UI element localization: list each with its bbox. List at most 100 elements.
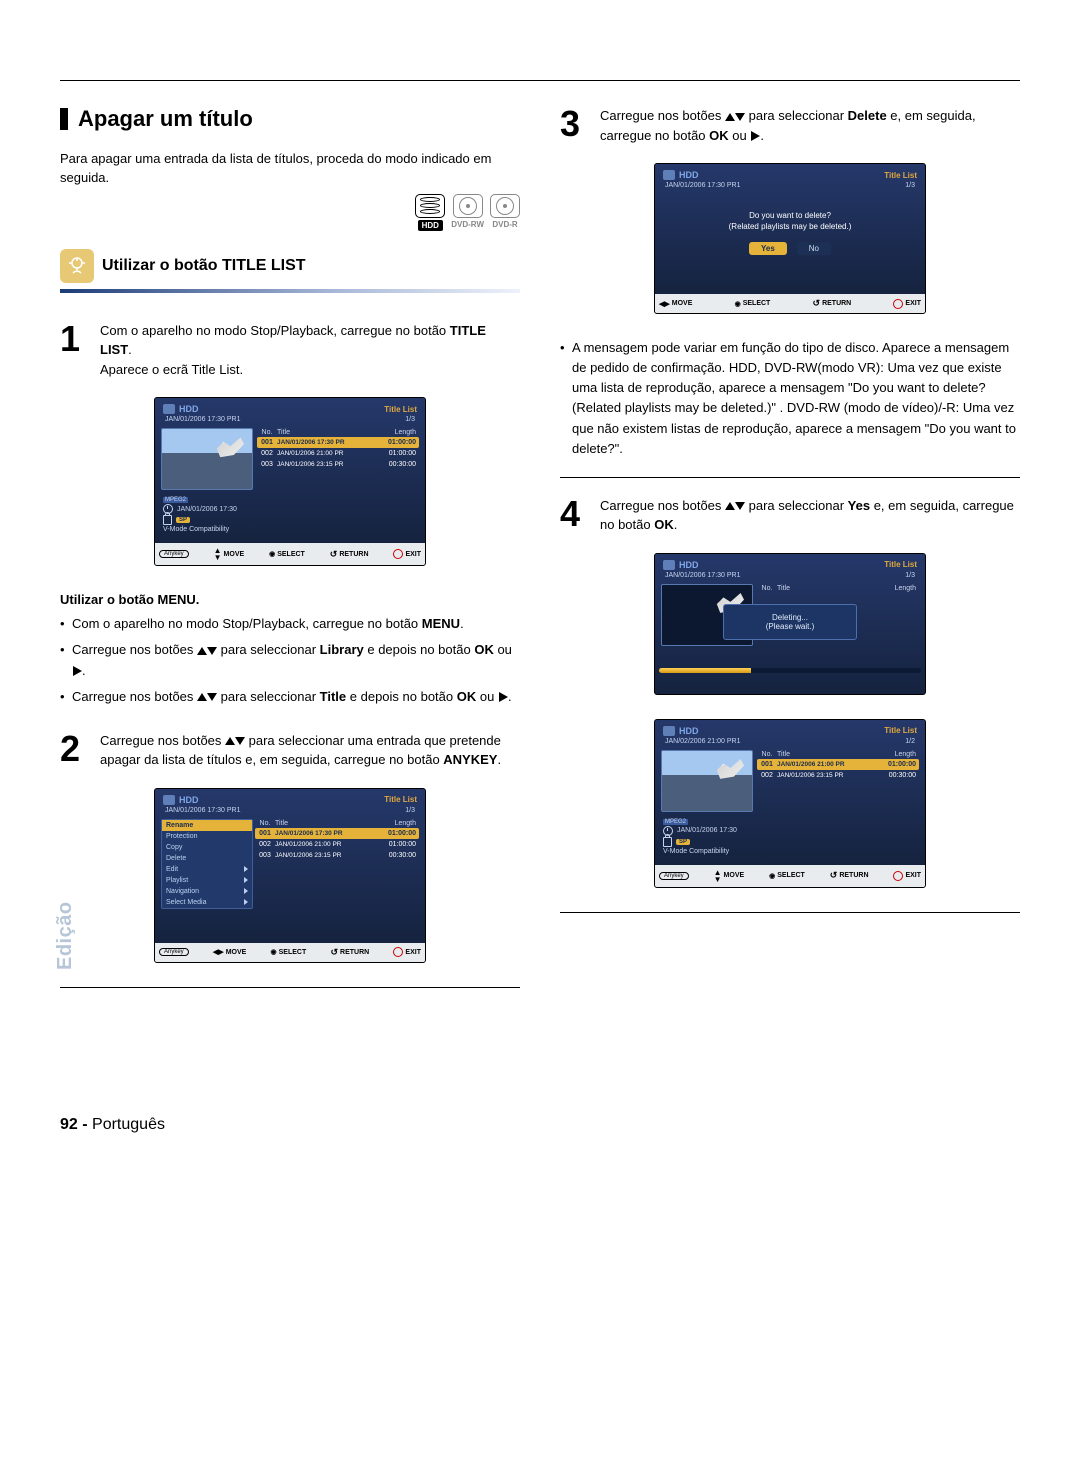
section-bar-icon: [60, 108, 68, 130]
media-badges: HDD DVD-RW DVD-R: [60, 194, 520, 231]
disc-icon: [490, 194, 520, 218]
step-number: 2: [60, 731, 88, 770]
divider: [560, 912, 1020, 913]
exit-icon: [893, 871, 903, 881]
menu-bullet: Carregue nos botões para seleccionar Tit…: [60, 687, 520, 707]
badge-dvdr-label: DVD-R: [492, 220, 517, 229]
osd-title-list: HDD Title List JAN/01/2006 17:30 PR1 1/3…: [154, 397, 426, 566]
down-icon: [235, 737, 245, 745]
menu-bullet: Carregue nos botões para seleccionar Lib…: [60, 640, 520, 680]
submenu-icon: [244, 888, 248, 894]
disc-icon: [453, 194, 483, 218]
right-icon: [73, 666, 82, 676]
confirm-msg: Do you want to delete?: [749, 211, 831, 220]
up-icon: [725, 502, 735, 510]
right-icon: [751, 131, 760, 141]
badge-dvd-r: DVD-R: [490, 194, 520, 231]
menu-item: Playlist: [162, 875, 252, 886]
osd-title-list-anykey: HDD Title List JAN/01/2006 17:30 PR1 1/3…: [154, 788, 426, 963]
no-button[interactable]: No: [797, 242, 831, 255]
step-body: Carregue nos botões para seleccionar Del…: [600, 106, 1020, 145]
select-label: SELECT: [277, 551, 305, 558]
side-tab-label: Edição: [54, 901, 77, 970]
return-icon: ↺: [330, 947, 338, 958]
divider: [60, 987, 520, 988]
down-icon: [207, 693, 217, 701]
return-icon: ↺: [330, 549, 338, 560]
anykey-pill: Anykey: [159, 550, 189, 558]
section-title-text: Apagar um título: [78, 106, 253, 132]
page-footer: 92 - Português: [60, 1116, 1020, 1134]
text: .: [128, 342, 132, 357]
up-icon: [725, 113, 735, 121]
list-row: 003JAN/01/2006 23:15 PR00:30:00: [257, 459, 419, 470]
badge-dvd-rw: DVD-RW: [451, 194, 484, 231]
menu-heading: Utilizar o botão MENU.: [60, 592, 199, 607]
menu-item: Protection: [162, 831, 252, 842]
badge-dvdrw-label: DVD-RW: [451, 220, 484, 229]
list-row: 002JAN/01/2006 21:00 PR01:00:00: [255, 839, 419, 850]
select-icon: ◉: [735, 300, 741, 308]
down-icon: [735, 113, 745, 121]
disc-note: A mensagem pode variar em função do tipo…: [560, 338, 1020, 459]
return-label: RETURN: [339, 551, 368, 558]
return-icon: ↺: [813, 298, 821, 309]
page-lang: Português: [92, 1116, 165, 1133]
gradient-rule: [60, 289, 520, 293]
intro-text: Para apagar uma entrada da lista de títu…: [60, 150, 520, 188]
col-no: No.: [257, 429, 277, 436]
menu-item: Copy: [162, 842, 252, 853]
page-number: 92 -: [60, 1116, 88, 1133]
title-list-button-icon: [60, 249, 94, 283]
sub-heading-text: Utilizar o botão TITLE LIST: [102, 257, 306, 275]
hdd-icon: [163, 404, 175, 414]
mpeg-badge: MPEG2: [163, 497, 188, 503]
submenu-icon: [244, 877, 248, 883]
section-title: Apagar um título: [60, 106, 520, 132]
text: Com o aparelho no modo Stop/Playback, ca…: [100, 323, 450, 338]
submenu-icon: [244, 899, 248, 905]
move-lr-icon: ◀▶: [659, 300, 670, 308]
lock-icon: [163, 515, 172, 525]
osd-pager: 1/3: [405, 416, 415, 423]
step-1: 1 Com o aparelho no modo Stop/Playback, …: [60, 321, 520, 380]
badge-hdd-label: HDD: [418, 220, 443, 231]
osd-deleting: HDD Title List JAN/01/2006 17:30 PR1 1/3…: [654, 553, 926, 695]
progress-bar: [659, 668, 921, 673]
submenu-icon: [244, 866, 248, 872]
col-length: Length: [372, 429, 419, 436]
up-icon: [197, 693, 207, 701]
text: Aparece o ecrã Title List.: [100, 362, 243, 377]
updown-icon: ▲▼: [714, 869, 722, 883]
step-4: 4 Carregue nos botões para seleccionar Y…: [560, 496, 1020, 535]
osd-title-list-label: Title List: [384, 405, 417, 414]
divider: [560, 477, 1020, 478]
step-2: 2 Carregue nos botões para seleccionar u…: [60, 731, 520, 770]
step-body: Com o aparelho no modo Stop/Playback, ca…: [100, 321, 520, 380]
osd-info-date: JAN/01/2006 17:30: [177, 506, 237, 513]
osd-side-menu: Rename Protection Copy Delete Edit Playl…: [161, 819, 253, 909]
osd-thumbnail: [161, 428, 253, 490]
menu-bullet: Com o aparelho no modo Stop/Playback, ca…: [60, 614, 520, 634]
osd-compat: V-Mode Compatibility: [163, 526, 229, 533]
select-icon: ◉: [271, 948, 277, 956]
down-icon: [735, 502, 745, 510]
step-number: 1: [60, 321, 88, 380]
menu-item: Select Media: [162, 897, 252, 908]
step-body: Carregue nos botões para seleccionar Yes…: [600, 496, 1020, 535]
deleting-dialog: Deleting... (Please wait.): [723, 604, 857, 640]
menu-item: Edit: [162, 864, 252, 875]
step-number: 4: [560, 496, 588, 535]
exit-label: EXIT: [405, 551, 421, 558]
hdd-icon: [415, 194, 445, 218]
osd-confirm-delete: HDD Title List JAN/01/2006 17:30 PR1 1/3…: [654, 163, 926, 314]
list-row: 001JAN/01/2006 17:30 PR01:00:00: [255, 828, 419, 839]
yes-button[interactable]: Yes: [749, 242, 787, 255]
up-icon: [225, 737, 235, 745]
confirm-msg-2: (Related playlists may be deleted.): [729, 222, 852, 231]
move-label: MOVE: [224, 551, 245, 558]
menu-item: Navigation: [162, 886, 252, 897]
list-row: 002JAN/01/2006 23:15 PR00:30:00: [757, 770, 919, 781]
right-icon: [499, 692, 508, 702]
osd-list: No.TitleLength 001JAN/01/2006 17:30 PR01…: [257, 428, 419, 490]
